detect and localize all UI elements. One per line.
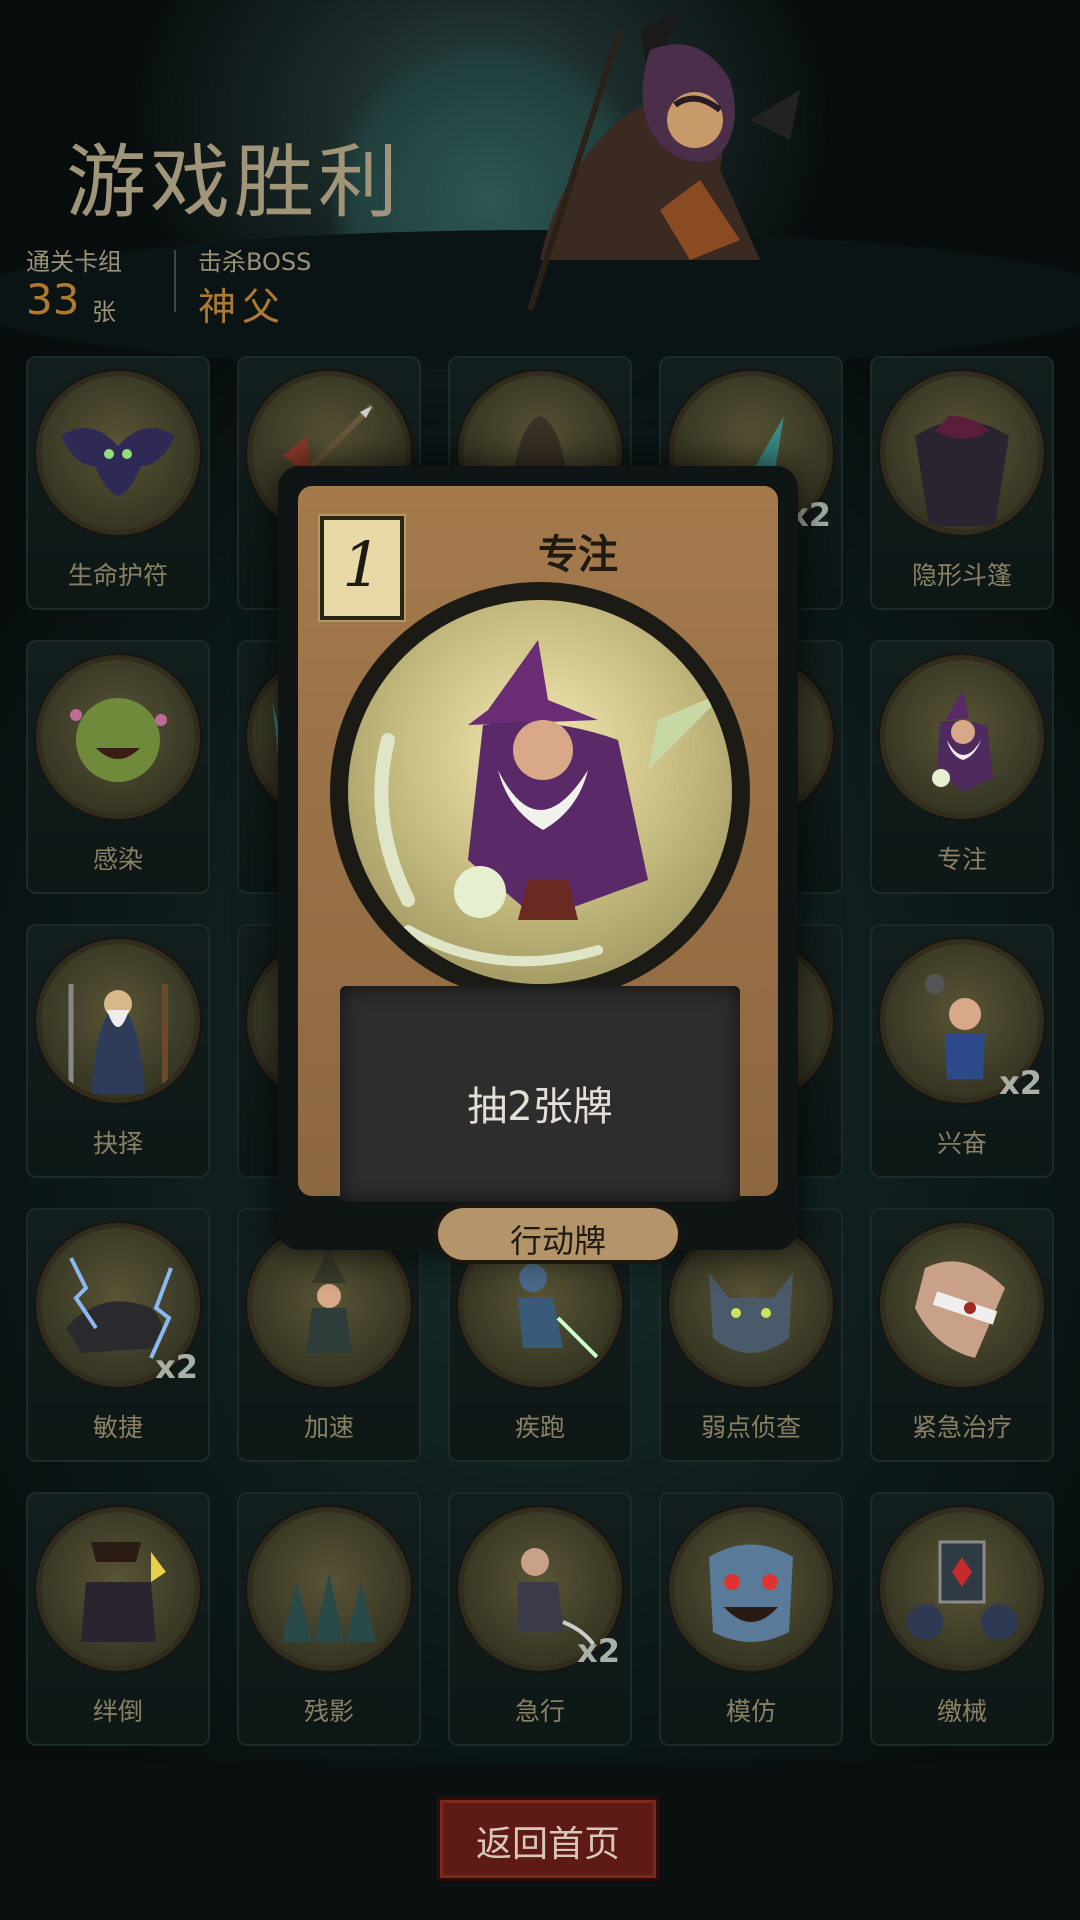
card-medallion bbox=[41, 660, 195, 814]
shield-card-icon bbox=[907, 1540, 1017, 1640]
card-medallion bbox=[252, 1512, 406, 1666]
card-count-badge: x2 bbox=[999, 1064, 1042, 1102]
wizard-icon bbox=[932, 690, 993, 792]
card-medallion bbox=[674, 1228, 828, 1382]
deck-card-tile[interactable]: 绊倒 bbox=[26, 1492, 210, 1746]
card-medallion bbox=[885, 376, 1039, 530]
card-name: 抉择 bbox=[92, 1129, 143, 1158]
card-name: 紧急治疗 bbox=[911, 1413, 1012, 1442]
deck-card-tile[interactable]: 模仿 bbox=[659, 1492, 843, 1746]
bat-icon bbox=[61, 428, 175, 496]
deck-card-tile[interactable]: 敏捷 x2 bbox=[26, 1208, 210, 1462]
card-detail-popup[interactable]: 1 专注 抽2张牌 行动牌 bbox=[278, 466, 798, 1260]
card-name: 敏捷 bbox=[92, 1413, 143, 1442]
wizard-icon bbox=[374, 640, 728, 967]
card-art bbox=[348, 600, 732, 984]
card-name: 缴械 bbox=[936, 1697, 987, 1726]
card-medallion bbox=[41, 944, 195, 1098]
card-medallion bbox=[41, 1512, 195, 1666]
card-name: 急行 bbox=[514, 1697, 565, 1726]
card-name: 隐形斗篷 bbox=[911, 561, 1012, 590]
shadow-clones-icon bbox=[282, 1572, 376, 1642]
card-name: 模仿 bbox=[725, 1697, 776, 1726]
deck-card-tile[interactable]: 急行 x2 bbox=[448, 1492, 632, 1746]
cost-value: 1 bbox=[342, 528, 382, 601]
deck-card-tile[interactable]: 专注 bbox=[870, 640, 1054, 894]
victory-title: 游戏胜利 bbox=[66, 136, 402, 229]
boss-label: 击杀BOSS bbox=[198, 248, 312, 276]
deck-card-tile[interactable]: 感染 bbox=[26, 640, 210, 894]
deck-card-tile[interactable]: 紧急治疗 bbox=[870, 1208, 1054, 1462]
card-description: 抽2张牌 bbox=[467, 1084, 613, 1130]
card-medallion bbox=[885, 1228, 1039, 1382]
card-name: 兴奋 bbox=[936, 1129, 987, 1158]
card-type-label: 行动牌 bbox=[509, 1222, 606, 1260]
card-medallion bbox=[252, 1228, 406, 1382]
card-count-badge: x2 bbox=[155, 1348, 198, 1386]
deck-count: 33 bbox=[26, 275, 80, 324]
mimic-face-icon bbox=[709, 1544, 793, 1642]
tripped-icon bbox=[81, 1542, 166, 1642]
deck-card-tile[interactable]: 缴械 bbox=[870, 1492, 1054, 1746]
card-name: 残影 bbox=[303, 1697, 354, 1726]
card-count-badge: x2 bbox=[577, 1632, 620, 1670]
card-description-box: 抽2张牌 bbox=[340, 986, 740, 1202]
card-frame: 1 专注 抽2张牌 行动牌 bbox=[298, 486, 778, 1260]
cloak-icon bbox=[915, 416, 1009, 526]
deck-card-tile[interactable]: 残影 bbox=[237, 1492, 421, 1746]
deck-card-tile[interactable]: 生命护符 bbox=[26, 356, 210, 610]
deck-label: 通关卡组 bbox=[26, 248, 122, 276]
cost-badge: 1 bbox=[320, 516, 404, 620]
card-name: 绊倒 bbox=[92, 1697, 143, 1726]
return-home-label: 返回首页 bbox=[475, 1824, 620, 1865]
card-name: 生命护符 bbox=[67, 561, 168, 590]
goblin-icon bbox=[70, 698, 167, 782]
card-name: 弱点侦查 bbox=[700, 1413, 801, 1442]
card-type-badge: 行动牌 bbox=[438, 1208, 678, 1260]
bandage-icon bbox=[915, 1261, 1005, 1358]
sage-icon bbox=[68, 984, 168, 1094]
card-medallion bbox=[885, 1512, 1039, 1666]
hooded-archer-icon bbox=[527, 10, 800, 310]
deck-card-tile[interactable]: 兴奋 x2 bbox=[870, 924, 1054, 1178]
deck-card-tile[interactable]: 抉择 bbox=[26, 924, 210, 1178]
deck-card-tile[interactable]: 隐形斗篷 bbox=[870, 356, 1054, 610]
card-name: 感染 bbox=[92, 845, 143, 874]
card-name: 专注 bbox=[936, 845, 987, 874]
stat-divider bbox=[174, 250, 176, 312]
card-name: 疾跑 bbox=[514, 1413, 565, 1442]
card-title: 专注 bbox=[538, 532, 618, 578]
witch-icon bbox=[306, 1248, 352, 1353]
boss-name: 神父 bbox=[198, 285, 287, 329]
card-medallion bbox=[885, 660, 1039, 814]
wolf-icon bbox=[709, 1273, 793, 1353]
return-home-button[interactable]: 返回首页 bbox=[440, 1800, 656, 1878]
card-medallion bbox=[674, 1512, 828, 1666]
card-name: 加速 bbox=[303, 1413, 354, 1442]
card-medallion bbox=[41, 376, 195, 530]
deck-unit: 张 bbox=[92, 298, 116, 326]
